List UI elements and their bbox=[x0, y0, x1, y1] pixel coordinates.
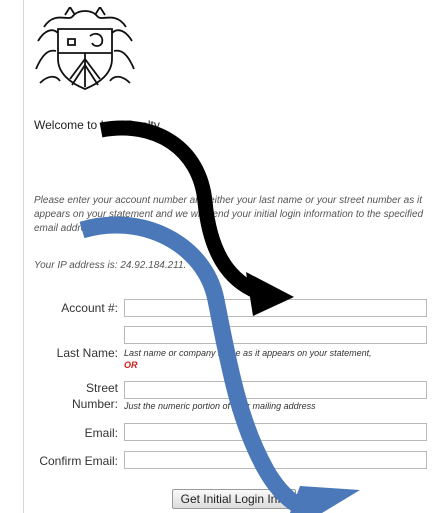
last-name-hint-or: OR bbox=[124, 360, 138, 370]
street-number-input[interactable] bbox=[124, 381, 427, 399]
crest-logo-icon bbox=[35, 7, 135, 90]
account-label: Account #: bbox=[61, 301, 118, 315]
email-label: Email: bbox=[84, 426, 118, 440]
ip-address-line: Your IP address is: 24.92.184.211. bbox=[34, 260, 187, 271]
street-number-hint: Just the numeric portion of your mailing… bbox=[124, 401, 316, 411]
account-input[interactable] bbox=[124, 299, 427, 317]
confirm-email-label: Confirm Email: bbox=[39, 454, 118, 468]
last-name-hint: Last name or company name as it appears … bbox=[124, 348, 372, 358]
get-initial-login-info-button[interactable]: Get Initial Login Info bbox=[172, 489, 296, 509]
last-name-input[interactable] bbox=[124, 326, 427, 344]
welcome-text: Welcome to Ivey Realty bbox=[34, 118, 160, 132]
street-label-line2: Number: bbox=[71, 397, 118, 411]
confirm-email-input[interactable] bbox=[124, 451, 427, 469]
email-input[interactable] bbox=[124, 423, 427, 441]
last-name-label: Last Name: bbox=[56, 346, 118, 360]
instructions-text: Please enter your account number and eit… bbox=[34, 195, 424, 234]
street-label-line1: Street bbox=[85, 381, 118, 395]
